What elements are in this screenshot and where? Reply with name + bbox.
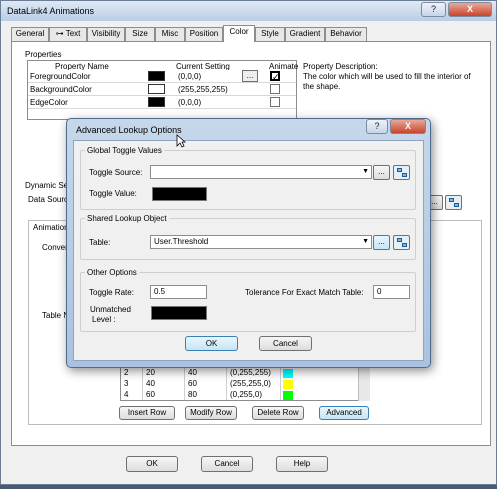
help-title-button[interactable]: ? (421, 2, 446, 17)
toggle-rate-input[interactable]: 0.5 (150, 285, 207, 299)
insert-row-button[interactable]: Insert Row (119, 406, 175, 420)
row-color-swatch (283, 380, 293, 389)
property-value: (0,0,0) (178, 72, 202, 81)
chevron-down-icon[interactable]: ▼ (362, 236, 369, 248)
tab-behavior[interactable]: Behavior (325, 27, 367, 41)
tab-strip: General ⊶ Text Visibility Size Misc Posi… (11, 25, 491, 42)
main-titlebar: DataLink4 Animations ? X (1, 1, 496, 21)
chevron-down-icon[interactable]: ▼ (362, 166, 369, 178)
other-options-group-title: Other Options (85, 268, 139, 277)
toggle-value-label: Toggle Value: (89, 189, 137, 198)
tolerance-input[interactable]: 0 (373, 285, 410, 299)
property-description-title: Property Description: (303, 62, 378, 71)
tab-misc[interactable]: Misc (155, 27, 185, 41)
property-name: BackgroundColor (30, 85, 92, 94)
main-help-button[interactable]: Help (276, 456, 328, 472)
other-options-group (80, 272, 416, 332)
close-icon: X (404, 121, 411, 131)
table-row[interactable]: 3 40 60 (255,255,0) (121, 379, 369, 390)
table-value: User.Threshold (154, 237, 209, 246)
dialog-title: Advanced Lookup Options (76, 125, 182, 135)
toggle-rate-label: Toggle Rate: (89, 288, 134, 297)
dialog-ok-button[interactable]: OK (185, 336, 238, 351)
property-row-foreground[interactable]: ForegroundColor (0,0,0) ... ✓ (28, 70, 296, 83)
property-name: ForegroundColor (30, 72, 91, 81)
tab-general[interactable]: General (11, 27, 49, 41)
dialog-help-button[interactable]: ? (366, 119, 388, 134)
animation-group-label: Animation (33, 223, 69, 232)
lookup-table[interactable]: 2 20 40 (0,255,255) 3 40 60 (255,255,0) … (120, 367, 370, 401)
tab-visibility[interactable]: Visibility (87, 27, 125, 41)
unmatched-level-label-line1: Unmatched (90, 305, 131, 314)
tolerance-label: Tolerance For Exact Match Table: (245, 288, 364, 297)
data-source-label: Data Sourc (28, 195, 69, 204)
unmatched-level-color[interactable] (151, 306, 207, 320)
animate-checkbox[interactable]: ✓ (270, 71, 280, 82)
table-combo[interactable]: User.Threshold ▼ (150, 235, 372, 249)
tab-style[interactable]: Style (255, 27, 285, 41)
property-row-background[interactable]: BackgroundColor (255,255,255) (28, 83, 296, 96)
delete-row-button[interactable]: Delete Row (252, 406, 304, 420)
table-tree-button[interactable] (393, 235, 410, 250)
toggle-source-label: Toggle Source: (89, 168, 143, 177)
property-row-edge[interactable]: EdgeColor (0,0,0) (28, 96, 296, 109)
animate-checkbox[interactable] (270, 84, 280, 94)
toggle-source-tree-button[interactable] (393, 165, 410, 180)
color-swatch[interactable] (148, 84, 165, 94)
table-browse-button[interactable]: ... (373, 235, 390, 250)
color-swatch[interactable] (148, 97, 165, 107)
dialog-close-button[interactable]: X (390, 119, 426, 134)
table-label: Table: (89, 238, 111, 247)
close-title-button[interactable]: X (448, 2, 492, 17)
property-value: (255,255,255) (178, 85, 228, 94)
unmatched-level-label-line2: Level : (92, 315, 116, 324)
tab-size[interactable]: Size (125, 27, 155, 41)
conversion-label: Conver (42, 243, 68, 252)
row-color-swatch (283, 369, 293, 378)
global-toggle-group-title: Global Toggle Values (85, 146, 164, 155)
main-cancel-button[interactable]: Cancel (201, 456, 253, 472)
row-color-swatch (283, 391, 293, 400)
data-source-tree-button[interactable] (445, 195, 462, 210)
mouse-cursor-icon (176, 134, 186, 148)
global-toggle-group (80, 150, 416, 210)
close-icon: X (466, 4, 473, 14)
toggle-value-color[interactable] (152, 187, 207, 201)
property-value: (0,0,0) (178, 98, 202, 107)
properties-group-label: Properties (25, 50, 62, 59)
ellipsis-button[interactable]: ... (242, 70, 258, 82)
tab-color[interactable]: Color (223, 25, 255, 42)
shared-lookup-group-title: Shared Lookup Object (85, 214, 169, 223)
text-icon: ⊶ (55, 29, 64, 38)
main-ok-button[interactable]: OK (126, 456, 178, 472)
modify-row-button[interactable]: Modify Row (185, 406, 237, 420)
table-row[interactable]: 4 60 80 (0,255,0) (121, 390, 369, 400)
tab-position[interactable]: Position (185, 27, 223, 41)
animate-checkbox[interactable] (270, 97, 280, 107)
help-icon: ? (374, 121, 380, 131)
table-row[interactable]: 2 20 40 (0,255,255) (121, 368, 369, 379)
dynamic-source-label: Dynamic Se (25, 181, 69, 190)
table-scrollbar[interactable] (358, 367, 370, 401)
tab-text[interactable]: ⊶ Text (49, 27, 87, 41)
property-description-text: The color which will be used to fill the… (303, 72, 471, 91)
toggle-source-combo[interactable]: ▼ (150, 165, 372, 179)
advanced-button[interactable]: Advanced (319, 406, 369, 420)
toggle-source-browse-button[interactable]: ... (373, 165, 390, 180)
help-icon: ? (430, 4, 436, 14)
property-name: EdgeColor (30, 98, 68, 107)
tab-gradient[interactable]: Gradient (285, 27, 325, 41)
window-title: DataLink4 Animations (7, 6, 95, 16)
dialog-cancel-button[interactable]: Cancel (259, 336, 312, 351)
color-swatch[interactable] (148, 71, 165, 81)
